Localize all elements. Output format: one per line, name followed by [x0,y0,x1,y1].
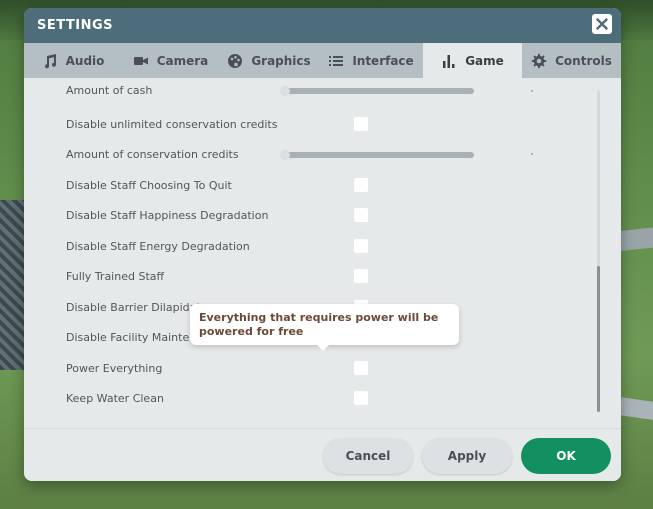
settings-dialog: SETTINGS Audio Camera Graphics Interface… [24,8,621,481]
tab-label: Audio [65,53,105,68]
conservation-credits-slider[interactable] [280,150,474,160]
power-everything-tooltip: Everything that requires power will be p… [190,304,459,351]
setting-row-power-everything: Power Everything [66,357,586,381]
slider-track [284,152,474,158]
tab-graphics[interactable]: Graphics [219,43,319,78]
setting-checkbox[interactable] [354,208,368,222]
setting-checkbox[interactable] [354,178,368,192]
tab-label: Game [465,53,504,68]
tab-bar: Audio Camera Graphics Interface Game Con… [24,43,621,78]
slider-thumb[interactable] [280,86,290,96]
setting-label: Disable Staff Happiness Degradation [66,209,269,222]
background-path [618,397,653,421]
setting-label: Amount of conservation credits [66,148,239,161]
bar-chart-icon [441,53,457,69]
close-button[interactable] [592,14,612,34]
ok-button[interactable]: OK [521,438,611,474]
game-settings-list: Amount of cash Disable unlimited conserv… [24,78,621,428]
tab-audio[interactable]: Audio [24,43,122,78]
cancel-button[interactable]: Cancel [323,438,413,474]
tooltip-arrow [317,345,329,351]
dialog-titlebar: SETTINGS [24,8,621,43]
cash-slider[interactable] [280,86,474,96]
setting-label: Disable Barrier Dilapidat [66,301,201,314]
dialog-title: SETTINGS [37,18,114,33]
setting-label: Disable Facility Maintena [66,331,203,344]
tab-interface[interactable]: Interface [319,43,423,78]
setting-checkbox[interactable] [354,269,368,283]
setting-row-keep-water-clean: Keep Water Clean [66,387,586,411]
tab-game[interactable]: Game [423,43,522,78]
setting-label: Power Everything [66,362,163,375]
dialog-footer: Cancel Apply OK [24,428,621,481]
setting-label: Fully Trained Staff [66,270,165,283]
setting-label: Disable Staff Energy Degradation [66,240,250,253]
video-camera-icon [133,53,149,69]
slider-track [284,88,474,94]
apply-button[interactable]: Apply [422,438,512,474]
slider-end-marker [531,90,533,92]
setting-label: Disable Staff Choosing To Quit [66,179,232,192]
list-icon [328,53,344,69]
slider-thumb[interactable] [280,150,290,160]
slider-end-marker [531,153,533,155]
tab-controls[interactable]: Controls [522,43,621,78]
setting-row-disable-staff-energy-degradation: Disable Staff Energy Degradation [66,235,586,259]
setting-label: Amount of cash [66,84,153,97]
tab-label: Graphics [251,53,311,68]
setting-row-amount-of-conservation-credits: Amount of conservation credits [66,143,586,167]
setting-row-disable-staff-happiness-degradation: Disable Staff Happiness Degradation [66,204,586,228]
setting-row-amount-of-cash: Amount of cash [66,83,586,107]
setting-checkbox[interactable] [354,117,368,131]
setting-row-disable-unlimited-conservation-credits: Disable unlimited conservation credits [66,113,586,137]
settings-scrollbar[interactable] [597,90,600,412]
tooltip-text: Everything that requires power will be p… [199,311,439,338]
music-note-icon [42,53,58,69]
tab-camera[interactable]: Camera [122,43,219,78]
setting-row-fully-trained-staff: Fully Trained Staff [66,265,586,289]
palette-icon [227,53,243,69]
setting-label: Disable unlimited conservation credits [66,118,278,131]
tab-label: Interface [352,53,414,68]
setting-row-disable-staff-choosing-to-quit: Disable Staff Choosing To Quit [66,174,586,198]
gear-icon [531,53,547,69]
setting-checkbox[interactable] [354,239,368,253]
tab-label: Camera [156,53,209,68]
setting-checkbox[interactable] [354,361,368,375]
setting-checkbox[interactable] [354,391,368,405]
tab-label: Controls [555,53,612,68]
scrollbar-thumb[interactable] [597,266,600,412]
setting-label: Keep Water Clean [66,392,164,405]
close-icon [596,18,608,30]
